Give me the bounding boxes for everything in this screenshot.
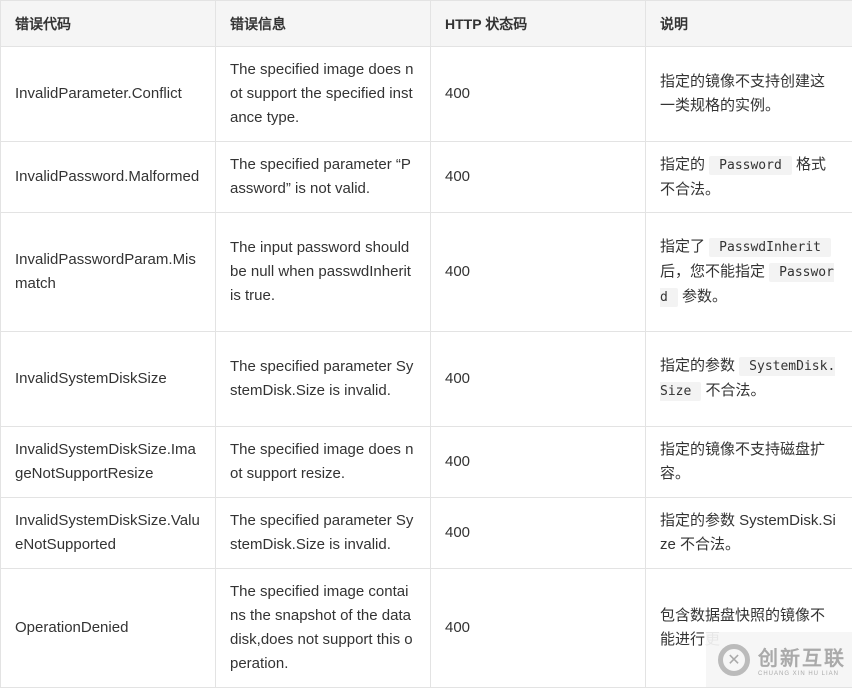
http-status-cell: 400 [431,498,646,569]
http-status-cell: 400 [431,47,646,142]
header-error-code: 错误代码 [1,1,216,47]
error-message-cell: The input password should be null when p… [216,213,431,332]
header-http-status: HTTP 状态码 [431,1,646,47]
watermark-name: 创新互联 [758,642,846,671]
table-row: InvalidPassword.MalformedThe specified p… [1,142,852,213]
header-description: 说明 [646,1,852,47]
table-row: InvalidParameter.ConflictThe specified i… [1,47,852,142]
table-row: InvalidSystemDiskSize.ValueNotSupportedT… [1,498,852,569]
error-code-cell: InvalidSystemDiskSize.ValueNotSupported [1,498,216,569]
description-cell: 指定的参数 SystemDisk.Size 不合法。 [646,332,852,427]
description-text: 指定的镜像不支持创建这一类规格的实例。 [660,73,825,114]
description-text: 参数。 [678,288,727,305]
watermark-logo-icon: ✕ [718,644,750,676]
description-text: 指定的镜像不支持磁盘扩容。 [660,441,825,482]
table-row: InvalidSystemDiskSizeThe specified param… [1,332,852,427]
error-code-cell: InvalidPasswordParam.Mismatch [1,213,216,332]
http-status-cell: 400 [431,142,646,213]
error-message-cell: The specified image does not support res… [216,427,431,498]
header-error-message: 错误信息 [216,1,431,47]
error-code-cell: InvalidSystemDiskSize [1,332,216,427]
description-cell: 指定了 PasswdInherit 后，您不能指定 Password 参数。 [646,213,852,332]
table-row: InvalidSystemDiskSize.ImageNotSupportRes… [1,427,852,498]
inline-code: Password [709,156,792,175]
description-text: 后，您不能指定 [660,263,769,280]
watermark: ✕ 创新互联CHUANG XIN HU LIAN [706,632,852,687]
error-code-cell: OperationDenied [1,569,216,688]
error-message-cell: The specified parameter SystemDisk.Size … [216,332,431,427]
description-cell: 指定的镜像不支持创建这一类规格的实例。 [646,47,852,142]
description-text: 指定的参数 SystemDisk.Size 不合法。 [660,512,836,553]
description-text: 指定的 [660,156,709,173]
error-code-cell: InvalidPassword.Malformed [1,142,216,213]
description-text: 指定的参数 [660,357,739,374]
description-text: 不合法。 [701,382,765,399]
error-code-table: 错误代码 错误信息 HTTP 状态码 说明 InvalidParameter.C… [0,0,852,688]
http-status-cell: 400 [431,569,646,688]
inline-code: PasswdInherit [709,238,831,257]
description-cell: 指定的镜像不支持磁盘扩容。 [646,427,852,498]
http-status-cell: 400 [431,427,646,498]
description-cell: 指定的 Password 格式不合法。 [646,142,852,213]
watermark-pinyin: CHUANG XIN HU LIAN [758,671,846,677]
error-message-cell: The specified parameter SystemDisk.Size … [216,498,431,569]
description-text: 指定了 [660,238,709,255]
table-header-row: 错误代码 错误信息 HTTP 状态码 说明 [1,1,852,47]
http-status-cell: 400 [431,213,646,332]
http-status-cell: 400 [431,332,646,427]
error-message-cell: The specified image contains the snapsho… [216,569,431,688]
description-cell: 指定的参数 SystemDisk.Size 不合法。 [646,498,852,569]
error-code-cell: InvalidParameter.Conflict [1,47,216,142]
error-message-cell: The specified parameter “Password” is no… [216,142,431,213]
error-message-cell: The specified image does not support the… [216,47,431,142]
error-code-cell: InvalidSystemDiskSize.ImageNotSupportRes… [1,427,216,498]
table-row: InvalidPasswordParam.MismatchThe input p… [1,213,852,332]
